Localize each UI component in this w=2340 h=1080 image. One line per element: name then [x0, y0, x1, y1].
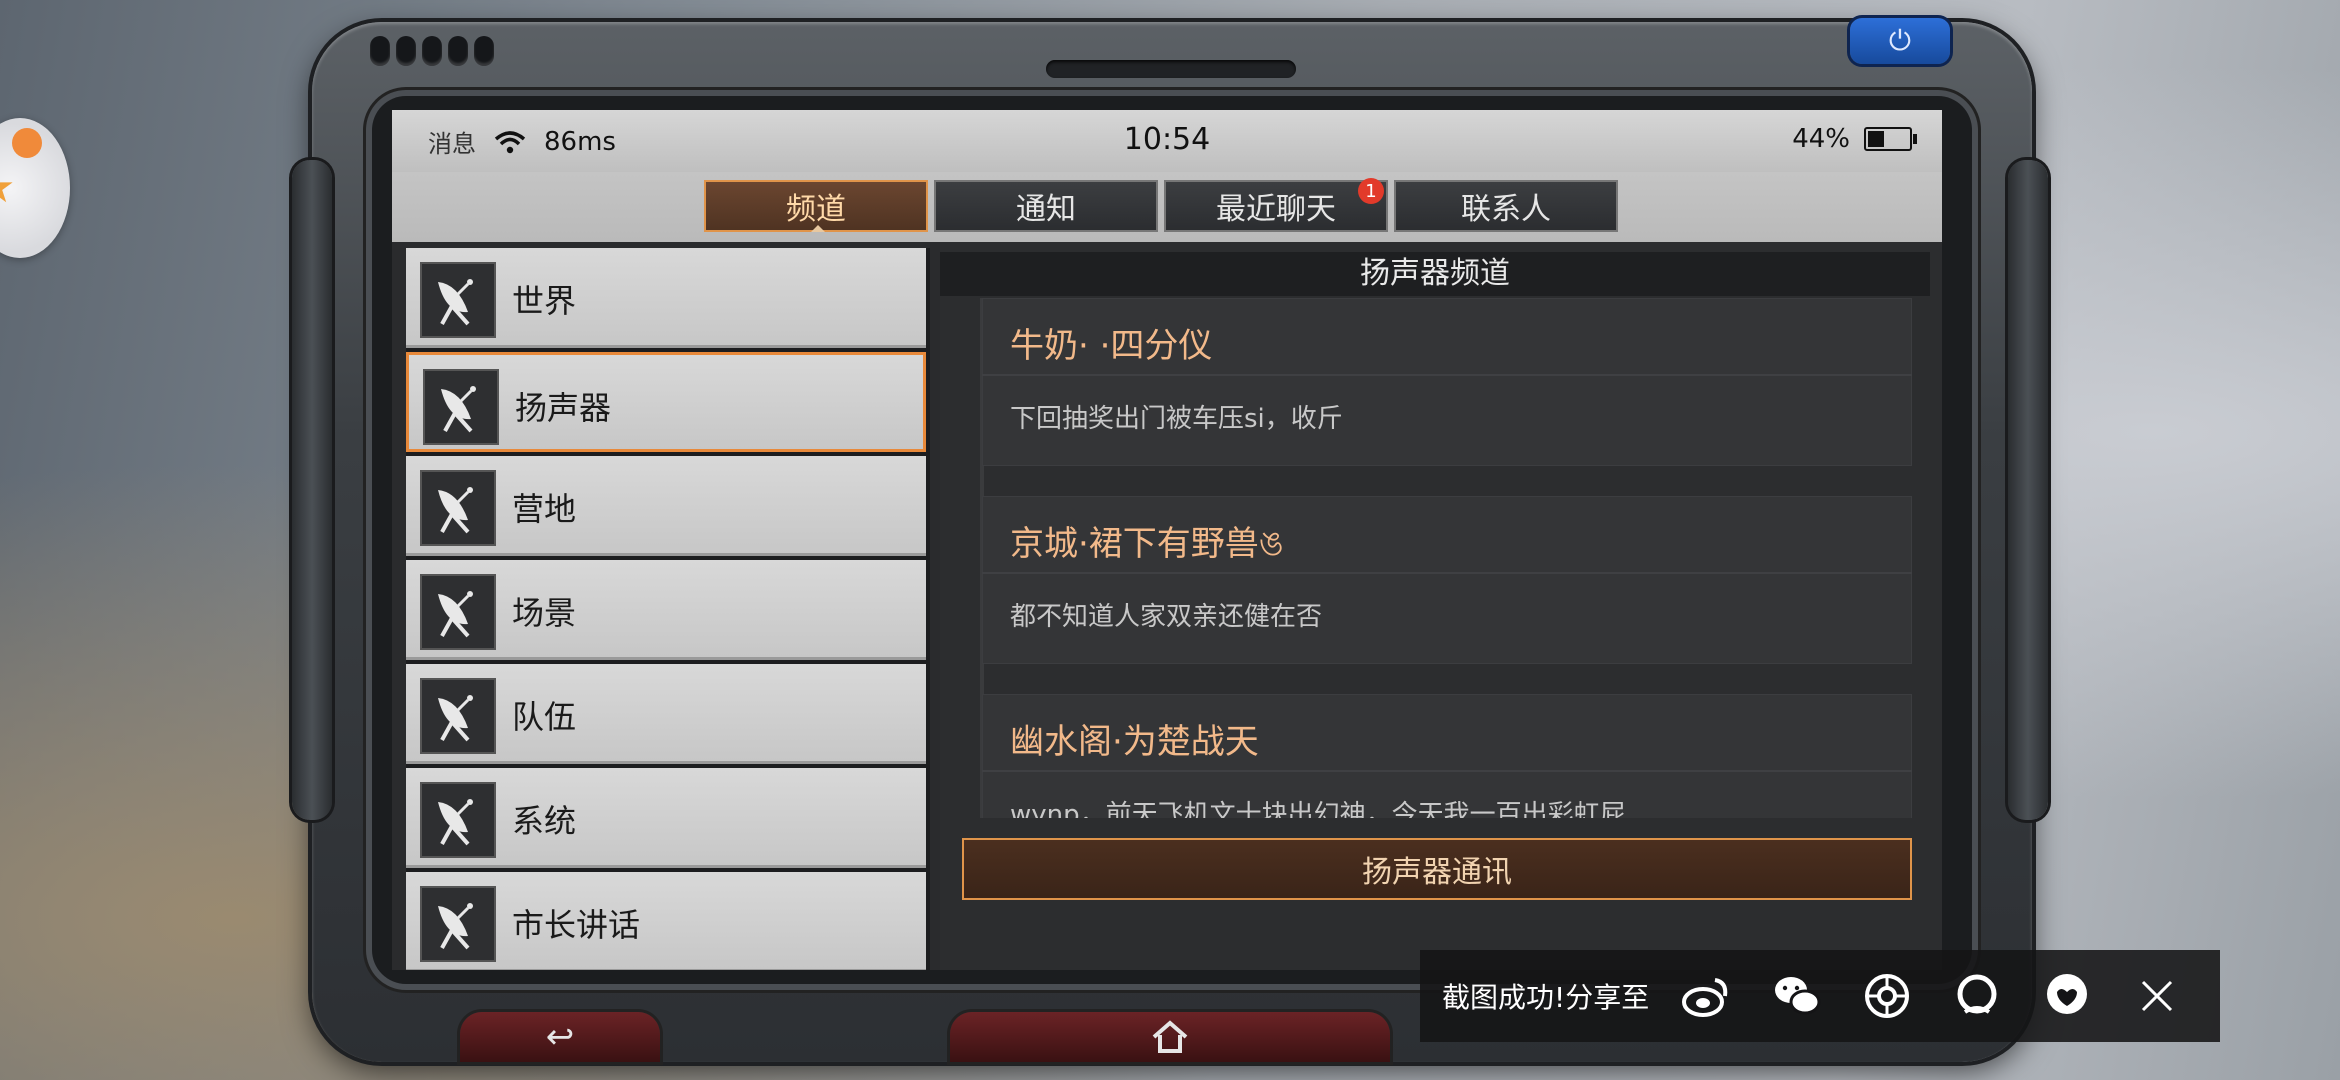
back-button[interactable]: ↩	[460, 1012, 660, 1062]
satellite-dish-icon	[420, 262, 496, 338]
message-list[interactable]: 牛奶· ·四分仪 下回抽奖出门被车压si，收斤 京城·裙下有野兽ঙ 都不知道人家…	[940, 298, 1930, 818]
channel-list: 世界 扬声器 营地 场景 队伍 系统 市长讲话	[406, 248, 930, 970]
battery-percent: 44%	[1792, 124, 1850, 154]
channel-label: 市长讲话	[512, 906, 641, 944]
speaker-broadcast-button[interactable]: 扬声器通讯	[962, 838, 1912, 900]
channel-item-speaker[interactable]: 扬声器	[406, 352, 926, 452]
clock: 10:54	[1123, 122, 1211, 157]
message-text: 都不知道人家双亲还健在否	[1010, 602, 1323, 632]
divider	[982, 770, 1912, 772]
weibo-icon[interactable]	[1675, 964, 1739, 1028]
message-item[interactable]: 牛奶· ·四分仪 下回抽奖出门被车压si，收斤	[982, 298, 1912, 466]
phone-screen: 消息 86ms 10:54 44% 频道 通知 最近聊天 1 联系人 世界 扬声器	[392, 110, 1942, 970]
power-icon: ⏻	[1888, 24, 1912, 57]
channel-item-scene[interactable]: 场景	[406, 560, 926, 660]
message-text: 下回抽奖出门被车压si，收斤	[1010, 404, 1343, 434]
satellite-dish-icon	[420, 678, 496, 754]
back-arrow-icon: ↩	[545, 1017, 575, 1057]
satellite-dish-icon	[420, 574, 496, 650]
divider	[982, 572, 1912, 574]
channel-label: 队伍	[512, 698, 577, 736]
channel-label: 系统	[512, 802, 577, 840]
sender-name[interactable]: 京城·裙下有野兽ঙ	[1010, 516, 1284, 575]
channel-item-camp[interactable]: 营地	[406, 456, 926, 556]
power-button[interactable]: ⏻	[1850, 18, 1950, 64]
qq-icon[interactable]	[1945, 964, 2009, 1028]
channel-item-team[interactable]: 队伍	[406, 664, 926, 764]
message-text: wynp，前天飞机文十块出幻神，今天我一百出彩虹屁	[1010, 800, 1626, 818]
tab-recent-chats[interactable]: 最近聊天 1	[1164, 178, 1388, 232]
assistant-dot	[12, 128, 42, 158]
top-slot	[1046, 60, 1296, 78]
divider	[982, 374, 1912, 376]
channel-label: 营地	[512, 490, 577, 528]
channel-label: 场景	[512, 594, 577, 632]
tab-contacts[interactable]: 联系人	[1394, 180, 1618, 232]
floating-assistant-icon[interactable]: ★	[0, 118, 70, 258]
status-bar: 消息 86ms 10:54 44%	[392, 110, 1942, 172]
channel-label: 世界	[512, 282, 577, 320]
right-grip	[2008, 160, 2048, 820]
channel-item-system[interactable]: 系统	[406, 768, 926, 868]
screenshot-share-bar: 截图成功!分享至	[1420, 950, 2220, 1042]
channel-label: 扬声器	[515, 389, 612, 427]
home-icon	[1152, 1020, 1188, 1053]
battery-icon	[1864, 127, 1917, 151]
tab-channels[interactable]: 频道	[704, 180, 928, 232]
satellite-dish-icon	[423, 369, 499, 445]
qzone-icon[interactable]	[2035, 964, 2099, 1028]
sender-name[interactable]: 幽水阁·为楚战天	[1010, 714, 1259, 763]
satellite-dish-icon	[420, 782, 496, 858]
left-grip	[292, 160, 332, 820]
satellite-dish-icon	[420, 470, 496, 546]
tab-bar: 频道 通知 最近聊天 1 联系人	[392, 172, 1942, 242]
tab-notifications[interactable]: 通知	[934, 180, 1158, 232]
sender-name[interactable]: 牛奶· ·四分仪	[1010, 318, 1212, 367]
message-item[interactable]: 幽水阁·为楚战天 wynp，前天飞机文十块出幻神，今天我一百出彩虹屁	[982, 694, 1912, 818]
channel-feed: 扬声器频道 牛奶· ·四分仪 下回抽奖出门被车压si，收斤 京城·裙下有野兽ঙ …	[940, 242, 1942, 970]
close-icon[interactable]	[2125, 964, 2189, 1028]
feed-title: 扬声器频道	[940, 252, 1930, 296]
wechat-icon[interactable]	[1765, 964, 1829, 1028]
star-icon: ★	[0, 158, 20, 218]
home-button[interactable]	[950, 1012, 1390, 1062]
satellite-dish-icon	[420, 886, 496, 962]
speaker-grille	[370, 36, 510, 70]
share-text: 截图成功!分享至	[1442, 981, 1650, 1014]
channel-item-mayor-speech[interactable]: 市长讲话	[406, 872, 926, 970]
message-item[interactable]: 京城·裙下有野兽ঙ 都不知道人家双亲还健在否	[982, 496, 1912, 664]
unread-badge: 1	[1358, 178, 1384, 204]
channel-item-world[interactable]: 世界	[406, 248, 926, 348]
moments-icon[interactable]	[1855, 964, 1919, 1028]
